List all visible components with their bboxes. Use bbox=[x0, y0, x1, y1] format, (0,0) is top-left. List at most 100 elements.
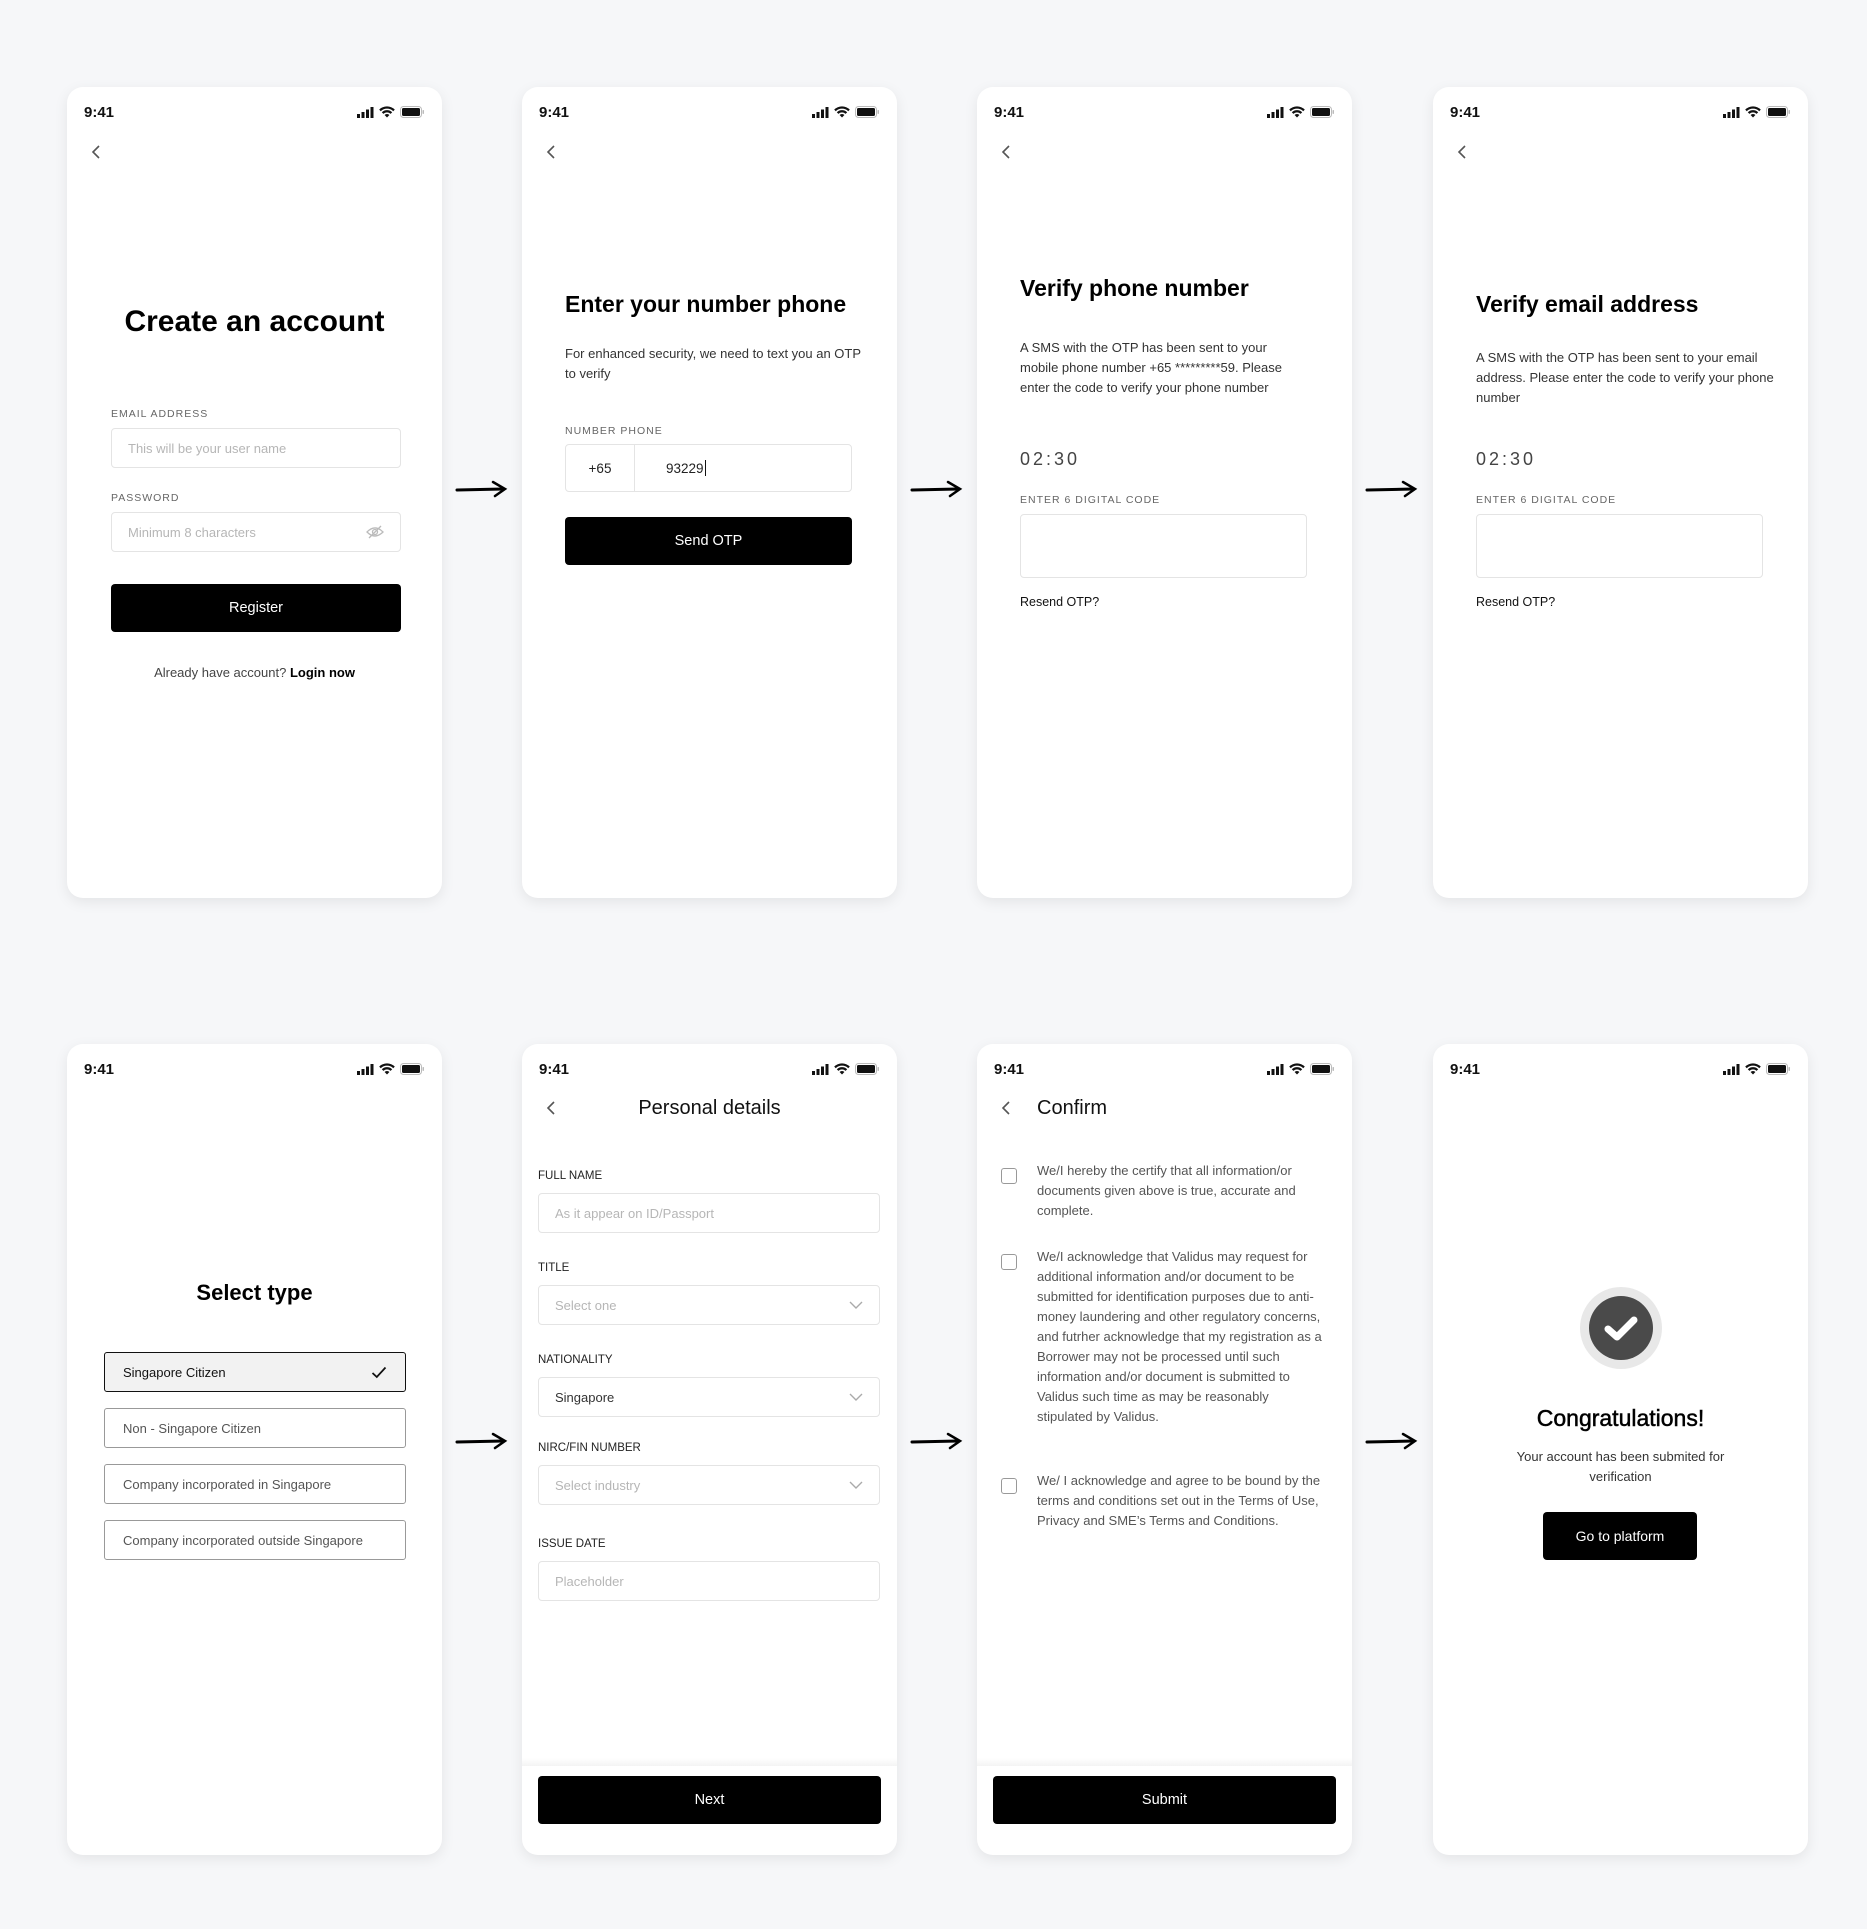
phone-input-group: +65 93229 bbox=[565, 444, 852, 492]
flow-arrow-icon bbox=[455, 1432, 508, 1450]
title-placeholder: Select one bbox=[555, 1297, 617, 1313]
flow-arrow-icon bbox=[455, 480, 508, 498]
already-text: Already have account? bbox=[154, 665, 287, 680]
full-name-input[interactable]: As it appear on ID/Passport bbox=[538, 1193, 880, 1233]
password-placeholder: Minimum 8 characters bbox=[128, 524, 256, 540]
status-bar: 9:41 bbox=[539, 101, 880, 123]
page-title: Select type bbox=[196, 1280, 313, 1305]
signal-icon bbox=[357, 1063, 374, 1075]
signal-icon bbox=[812, 1063, 829, 1075]
nationality-value: Singapore bbox=[555, 1389, 615, 1405]
option-label: Company incorporated in Singapore bbox=[123, 1476, 332, 1492]
status-time: 9:41 bbox=[994, 1060, 1025, 1078]
status-time: 9:41 bbox=[84, 1060, 115, 1078]
confirm-text-2: We/I acknowledge that Validus may reques… bbox=[1037, 1249, 1322, 1424]
nationality-select[interactable]: Singapore bbox=[538, 1377, 880, 1417]
battery-icon bbox=[1310, 1063, 1334, 1075]
confirm-text-3: We/ I acknowledge and agree to be bound … bbox=[1037, 1473, 1321, 1528]
password-input[interactable]: Minimum 8 characters bbox=[111, 512, 401, 552]
wifi-icon bbox=[379, 1063, 395, 1075]
chevron-left-icon bbox=[546, 145, 555, 159]
issue-date-input[interactable]: Placeholder bbox=[538, 1561, 880, 1601]
screen-personal-details: 9:41 Personal details FULL NAME As it ap… bbox=[522, 1044, 897, 1855]
title-select[interactable]: Select one bbox=[538, 1285, 880, 1325]
nirc-select[interactable]: Select industry bbox=[538, 1465, 880, 1505]
signal-icon bbox=[812, 106, 829, 118]
status-bar: 9:41 bbox=[994, 101, 1335, 123]
countdown-timer: 02:30 bbox=[1476, 449, 1537, 469]
register-button[interactable]: Register bbox=[111, 584, 401, 632]
resend-otp-link[interactable]: Resend OTP? bbox=[1020, 595, 1099, 609]
country-code-selector[interactable]: +65 bbox=[566, 445, 635, 491]
chevron-down-icon bbox=[849, 1481, 863, 1489]
success-title: Congratulations! bbox=[1536, 1405, 1705, 1432]
screen-verify-email: 9:41 Verify email address A SMS with the… bbox=[1433, 87, 1808, 898]
flow-arrow-icon bbox=[1365, 1432, 1418, 1450]
login-link[interactable]: Login now bbox=[290, 665, 355, 680]
confirm-checkbox-2[interactable] bbox=[1001, 1254, 1017, 1270]
next-button[interactable]: Next bbox=[538, 1776, 881, 1824]
wifi-icon bbox=[1745, 106, 1761, 118]
phone-label: NUMBER PHONE bbox=[565, 425, 663, 437]
nirc-placeholder: Select industry bbox=[555, 1477, 641, 1493]
flow-canvas: 9:41 Create an account EMAIL ADDRESS Thi… bbox=[0, 0, 1867, 1929]
email-label: EMAIL ADDRESS bbox=[111, 408, 209, 420]
password-label: PASSWORD bbox=[111, 492, 180, 504]
otp-code-input[interactable] bbox=[1476, 514, 1763, 578]
send-otp-button[interactable]: Send OTP bbox=[565, 517, 852, 565]
email-input[interactable]: This will be your user name bbox=[111, 428, 401, 468]
email-placeholder: This will be your user name bbox=[128, 440, 287, 456]
screen-select-type: 9:41 Select type Singapore Citizen Non -… bbox=[67, 1044, 442, 1855]
signal-icon bbox=[1723, 1063, 1740, 1075]
phone-number-input[interactable]: 93229 bbox=[635, 445, 851, 491]
battery-icon bbox=[400, 106, 424, 118]
status-time: 9:41 bbox=[1450, 1060, 1481, 1078]
status-bar: 9:41 bbox=[84, 1058, 425, 1080]
status-time: 9:41 bbox=[539, 103, 570, 121]
wifi-icon bbox=[1289, 1063, 1305, 1075]
type-option-non-singapore-citizen[interactable]: Non - Singapore Citizen bbox=[104, 1408, 406, 1448]
type-option-singapore-citizen[interactable]: Singapore Citizen bbox=[104, 1352, 406, 1392]
wifi-icon bbox=[1289, 106, 1305, 118]
screen-success: 9:41 Congratulations! Your account has b… bbox=[1433, 1044, 1808, 1855]
wifi-icon bbox=[834, 1063, 850, 1075]
back-button[interactable] bbox=[1451, 141, 1473, 163]
text-cursor bbox=[704, 460, 706, 476]
status-time: 9:41 bbox=[539, 1060, 570, 1078]
type-option-company-in-singapore[interactable]: Company incorporated in Singapore bbox=[104, 1464, 406, 1504]
description: A SMS with the OTP has been sent to your… bbox=[1020, 340, 1282, 395]
confirm-checkbox-1[interactable] bbox=[1001, 1168, 1017, 1184]
chevron-left-icon bbox=[1001, 1101, 1010, 1115]
screen-verify-phone: 9:41 Verify phone number A SMS with the … bbox=[977, 87, 1352, 898]
battery-icon bbox=[1766, 106, 1790, 118]
type-option-company-outside-singapore[interactable]: Company incorporated outside Singapore bbox=[104, 1520, 406, 1560]
back-button[interactable] bbox=[995, 1097, 1017, 1119]
issue-date-placeholder: Placeholder bbox=[555, 1573, 624, 1589]
footer-divider bbox=[977, 1758, 1352, 1766]
submit-button[interactable]: Submit bbox=[993, 1776, 1336, 1824]
go-to-platform-button[interactable]: Go to platform bbox=[1543, 1512, 1697, 1560]
chevron-left-icon bbox=[91, 145, 100, 159]
flow-arrow-icon bbox=[910, 480, 963, 498]
code-label: ENTER 6 DIGITAL CODE bbox=[1020, 494, 1161, 506]
back-button[interactable] bbox=[540, 141, 562, 163]
chevron-down-icon bbox=[849, 1301, 863, 1309]
resend-otp-link[interactable]: Resend OTP? bbox=[1476, 595, 1555, 609]
page-title: Create an account bbox=[124, 305, 385, 338]
nationality-label: NATIONALITY bbox=[538, 1354, 613, 1366]
eye-off-icon[interactable] bbox=[366, 525, 384, 539]
page-title: Verify email address bbox=[1476, 291, 1699, 317]
battery-icon bbox=[855, 106, 879, 118]
status-bar: 9:41 bbox=[1450, 1058, 1791, 1080]
wifi-icon bbox=[379, 106, 395, 118]
otp-code-input[interactable] bbox=[1020, 514, 1307, 578]
code-label: ENTER 6 DIGITAL CODE bbox=[1476, 494, 1617, 506]
status-time: 9:41 bbox=[994, 103, 1025, 121]
status-bar: 9:41 bbox=[1450, 101, 1791, 123]
back-button[interactable] bbox=[85, 141, 107, 163]
confirm-checkbox-3[interactable] bbox=[1001, 1478, 1017, 1494]
signal-icon bbox=[1267, 106, 1284, 118]
back-button[interactable] bbox=[995, 141, 1017, 163]
screen-confirm: 9:41 Confirm We/I hereby the certify tha… bbox=[977, 1044, 1352, 1855]
chevron-down-icon bbox=[849, 1393, 863, 1401]
